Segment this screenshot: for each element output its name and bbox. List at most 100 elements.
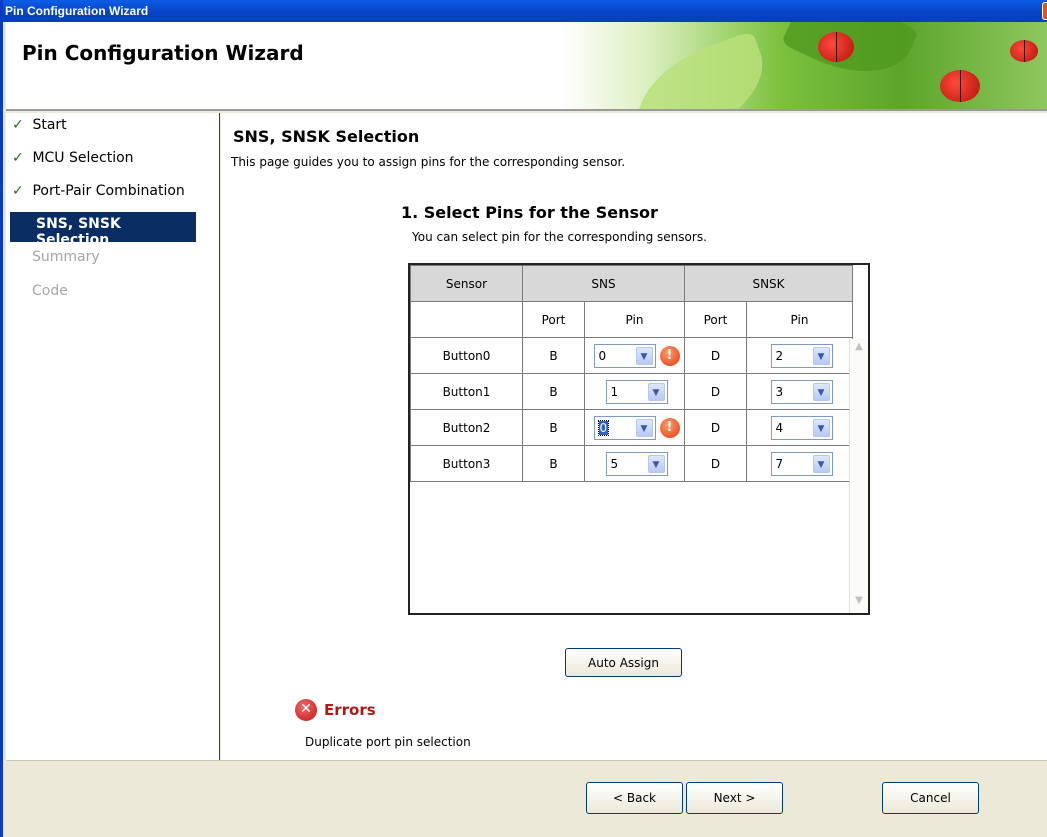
sensor-cell: Button1: [410, 373, 523, 410]
dropdown-value: 0: [598, 348, 607, 363]
sns-port-cell: B: [522, 373, 585, 410]
error-icon: ✕: [295, 699, 317, 721]
step-mcu-selection[interactable]: ✓ MCU Selection: [6, 146, 219, 176]
step-label: Code: [32, 283, 68, 299]
snsk-pin-cell: 7 ▼: [746, 445, 853, 482]
wizard-footer: < Back Next > Cancel: [6, 760, 1047, 837]
main-panel: SNS, SNSK Selection This page guides you…: [221, 113, 1047, 760]
snsk-port-cell: D: [684, 409, 747, 446]
snsk-pin-dropdown[interactable]: 7 ▼: [770, 451, 833, 476]
wizard-window: Pin Configuration Wizard Pin Configurati…: [0, 0, 1047, 837]
step-label: Summary: [32, 249, 100, 265]
title-bar: Pin Configuration Wizard: [3, 0, 1047, 22]
back-button[interactable]: < Back: [586, 782, 683, 814]
dropdown-value: 2: [775, 348, 784, 363]
step-label: Start: [32, 117, 67, 133]
column-subheader-empty: [410, 301, 523, 338]
sns-pin-cell: 0 ▼ !: [584, 409, 685, 446]
error-message: Duplicate port pin selection: [305, 735, 471, 749]
snsk-pin-dropdown[interactable]: 2 ▼: [770, 343, 833, 368]
column-header-snsk-port: Port: [684, 301, 747, 338]
chevron-down-icon[interactable]: ▼: [635, 418, 653, 437]
sns-pin-cell: 1 ▼: [584, 373, 685, 410]
auto-assign-button[interactable]: Auto Assign: [565, 648, 682, 677]
warning-icon: !: [659, 345, 680, 366]
dropdown-value: 7: [775, 456, 784, 471]
chevron-down-icon[interactable]: ▼: [647, 454, 665, 473]
column-header-sns-port: Port: [522, 301, 585, 338]
checkmark-icon: ✓: [12, 150, 24, 166]
step-summary: Summary: [6, 245, 219, 275]
column-header-snsk-pin: Pin: [746, 301, 853, 338]
sensor-cell: Button3: [410, 445, 523, 482]
header-title: Pin Configuration Wizard: [22, 41, 304, 65]
wizard-steps-sidebar: ✓ Start ✓ MCU Selection ✓ Port-Pair Comb…: [6, 113, 220, 760]
chevron-down-icon[interactable]: ▼: [812, 418, 830, 437]
snsk-pin-dropdown[interactable]: 3 ▼: [770, 379, 833, 404]
ladybug-icon: [940, 70, 980, 102]
leaf-shape: [780, 22, 920, 95]
vertical-scrollbar[interactable]: ▲ ▼: [849, 339, 867, 613]
sns-pin-cell: 5 ▼: [584, 445, 685, 482]
ladybug-icon: [1010, 40, 1038, 62]
step-label: Port-Pair Combination: [32, 183, 185, 199]
table-row: Button1 B 1 ▼ D 3 ▼: [410, 373, 853, 410]
snsk-pin-cell: 2 ▼: [746, 337, 853, 374]
dropdown-value: 1: [610, 384, 619, 399]
table-row: Button2 B 0 ▼ ! D 4 ▼: [410, 409, 853, 446]
chevron-down-icon[interactable]: ▼: [647, 382, 665, 401]
sns-port-cell: B: [522, 337, 585, 374]
table-subheader-row: Port Pin Port Pin: [410, 301, 853, 338]
sns-pin-dropdown[interactable]: 0 ▼: [593, 415, 656, 440]
step-label: MCU Selection: [32, 150, 134, 166]
window-title: Pin Configuration Wizard: [5, 4, 149, 18]
leaf-shape: [620, 30, 780, 109]
scroll-up-icon[interactable]: ▲: [851, 341, 867, 357]
section-title: 1. Select Pins for the Sensor: [401, 203, 658, 222]
wizard-header: Pin Configuration Wizard: [6, 22, 1047, 111]
chevron-down-icon[interactable]: ▼: [812, 346, 830, 365]
dropdown-value: 0: [597, 419, 610, 436]
step-sns-snsk-selection[interactable]: SNS, SNSK Selection: [10, 212, 196, 248]
chevron-down-icon[interactable]: ▼: [812, 382, 830, 401]
section-description: You can select pin for the corresponding…: [412, 230, 707, 244]
sns-pin-dropdown[interactable]: 5 ▼: [605, 451, 668, 476]
pin-assignment-grid: Sensor SNS SNSK Port Pin Port Pin Button…: [408, 263, 870, 615]
cancel-button[interactable]: Cancel: [882, 782, 979, 814]
sns-pin-dropdown[interactable]: 0 ▼: [593, 343, 656, 368]
sns-pin-dropdown[interactable]: 1 ▼: [605, 379, 668, 404]
step-code: Code: [6, 279, 219, 309]
sensor-cell: Button0: [410, 337, 523, 374]
pin-table: Sensor SNS SNSK Port Pin Port Pin Button…: [410, 265, 853, 482]
snsk-pin-cell: 4 ▼: [746, 409, 853, 446]
column-header-sns-pin: Pin: [584, 301, 685, 338]
column-header-sensor: Sensor: [410, 265, 523, 302]
sns-pin-cell: 0 ▼ !: [584, 337, 685, 374]
close-icon[interactable]: [1042, 2, 1047, 20]
step-port-pair-combination[interactable]: ✓ Port-Pair Combination: [6, 179, 219, 209]
dropdown-value: 3: [775, 384, 784, 399]
checkmark-icon: ✓: [12, 183, 24, 199]
chevron-down-icon[interactable]: ▼: [635, 346, 653, 365]
sns-port-cell: B: [522, 409, 585, 446]
ladybug-banner-image: [560, 22, 1047, 109]
snsk-port-cell: D: [684, 337, 747, 374]
snsk-pin-cell: 3 ▼: [746, 373, 853, 410]
page-title: SNS, SNSK Selection: [233, 127, 420, 146]
step-start[interactable]: ✓ Start: [6, 113, 219, 143]
snsk-pin-dropdown[interactable]: 4 ▼: [770, 415, 833, 440]
dropdown-value: 5: [610, 456, 619, 471]
table-row: Button0 B 0 ▼ ! D 2 ▼: [410, 337, 853, 374]
sensor-cell: Button2: [410, 409, 523, 446]
page-description: This page guides you to assign pins for …: [231, 155, 626, 169]
next-button[interactable]: Next >: [686, 782, 783, 814]
table-row: Button3 B 5 ▼ D 7 ▼: [410, 445, 853, 482]
dropdown-value: 4: [775, 420, 784, 435]
errors-title: Errors: [324, 701, 376, 719]
snsk-port-cell: D: [684, 445, 747, 482]
checkmark-icon: ✓: [12, 117, 24, 133]
chevron-down-icon[interactable]: ▼: [812, 454, 830, 473]
scroll-down-icon[interactable]: ▼: [851, 595, 867, 611]
column-header-sns: SNS: [522, 265, 685, 302]
ladybug-icon: [818, 32, 854, 62]
